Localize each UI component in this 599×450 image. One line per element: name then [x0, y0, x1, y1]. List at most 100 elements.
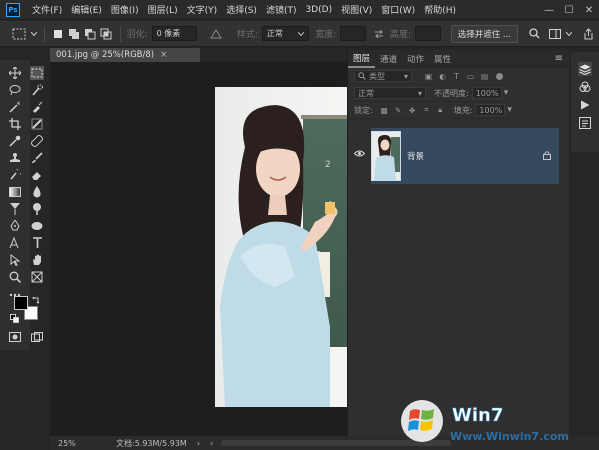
tab-properties[interactable]: 属性 — [429, 50, 456, 68]
filter-adjustment-icon[interactable]: ◐ — [438, 72, 447, 81]
blur-tool-icon[interactable] — [30, 185, 44, 199]
panel-menu-icon[interactable]: ≡ — [555, 53, 563, 64]
search-icon[interactable] — [526, 25, 544, 43]
new-selection-icon[interactable] — [51, 25, 67, 43]
chevron-down-icon[interactable]: ▾ — [504, 88, 509, 98]
default-colors-icon[interactable] — [10, 314, 19, 323]
add-selection-icon[interactable] — [66, 25, 82, 43]
menu-edit[interactable]: 编辑(E) — [71, 3, 102, 16]
fill-input[interactable]: 100% — [475, 104, 506, 116]
lock-position-icon[interactable]: ✥ — [408, 106, 417, 115]
brush-tool-icon[interactable] — [30, 151, 44, 165]
close-button[interactable]: ✕ — [579, 0, 599, 20]
filter-shape-icon[interactable]: ▭ — [466, 72, 475, 81]
tab-channels[interactable]: 通道 — [375, 50, 402, 68]
rectangular-marquee-tool-icon[interactable] — [30, 66, 44, 80]
frame-tool-icon[interactable] — [30, 117, 44, 131]
gradient-tool-icon[interactable] — [8, 185, 22, 199]
lock-row: 锁定: ▩ ✎ ✥ ⌗ 🔒︎ 填充: 100% ▾ — [348, 102, 569, 119]
status-menu-icon[interactable]: › — [197, 439, 200, 448]
select-and-mask-button[interactable]: 选择并遮住 ... — [450, 24, 518, 43]
layer-name[interactable]: 背景 — [407, 150, 424, 162]
height-input[interactable] — [414, 26, 441, 41]
dodge-tool-icon[interactable] — [8, 202, 22, 216]
menu-type[interactable]: 文字(Y) — [187, 3, 218, 16]
menu-help[interactable]: 帮助(H) — [424, 3, 456, 16]
stamp-tool-icon[interactable] — [8, 151, 22, 165]
zoom-level[interactable]: 25% — [58, 439, 94, 448]
menu-file[interactable]: 文件(F) — [32, 3, 62, 16]
sponge-tool-icon[interactable] — [30, 202, 44, 216]
menu-select[interactable]: 选择(S) — [226, 3, 257, 16]
minimize-button[interactable]: — — [539, 0, 559, 20]
menu-image[interactable]: 图像(I) — [111, 3, 139, 16]
filter-type-icon[interactable]: T — [452, 72, 461, 81]
marquee-preset-icon[interactable] — [8, 25, 30, 43]
foreground-color-swatch[interactable] — [14, 296, 28, 310]
width-input[interactable] — [340, 26, 367, 41]
quick-selection-tool-icon[interactable] — [30, 83, 44, 97]
blend-mode-select[interactable]: 正常 ▾ — [354, 87, 426, 99]
filter-kind-select[interactable]: 类型 ▾ — [354, 70, 412, 82]
lock-all-icon[interactable]: 🔒︎ — [436, 105, 445, 115]
screen-mode-icon[interactable] — [30, 330, 44, 344]
workspace-icon[interactable] — [544, 25, 566, 43]
shape-tool-icon[interactable] — [30, 219, 44, 233]
chevron-down-icon[interactable] — [565, 25, 573, 43]
window-controls: — ☐ ✕ — [539, 0, 599, 20]
canvas-area[interactable]: 2 4 ∑ — [50, 62, 347, 436]
zoom-tool-icon[interactable] — [8, 270, 22, 284]
chevron-down-icon[interactable]: ▾ — [507, 105, 512, 115]
visibility-eye-icon[interactable] — [353, 150, 366, 160]
direct-selection-icon[interactable] — [8, 253, 22, 267]
intersect-selection-icon[interactable] — [98, 25, 114, 43]
channels-panel-icon[interactable] — [578, 80, 592, 94]
filter-toggle-icon[interactable] — [496, 72, 503, 80]
menu-layer[interactable]: 图层(L) — [148, 3, 178, 16]
close-document-icon[interactable]: × — [160, 50, 167, 60]
chevron-down-icon[interactable] — [30, 25, 38, 43]
pen-tool-icon[interactable] — [8, 219, 22, 233]
path-selection-icon[interactable] — [8, 236, 22, 250]
crop-tool-icon[interactable] — [8, 117, 22, 131]
style-select[interactable]: 正常 — [261, 26, 310, 41]
history-brush-icon[interactable] — [8, 168, 22, 182]
tab-layers[interactable]: 图层 — [348, 50, 376, 68]
layer-row-background[interactable]: 背景 — [371, 128, 559, 184]
swap-dimensions-icon[interactable] — [370, 25, 388, 43]
filter-pixel-icon[interactable]: ▣ — [424, 72, 433, 81]
eraser-tool-icon[interactable] — [30, 168, 44, 182]
maximize-button[interactable]: ☐ — [559, 0, 579, 20]
filter-smart-object-icon[interactable]: ▤ — [480, 72, 489, 81]
menu-3d[interactable]: 3D(D) — [305, 5, 332, 15]
hand-tool-icon[interactable] — [30, 253, 44, 267]
menu-window[interactable]: 窗口(W) — [381, 3, 415, 16]
quick-mask-icon[interactable] — [8, 330, 22, 344]
opacity-input[interactable]: 100% — [471, 87, 502, 99]
lasso-tool-icon[interactable] — [8, 83, 22, 97]
spot-healing-brush-icon[interactable] — [30, 134, 44, 148]
anti-alias-icon[interactable] — [207, 25, 225, 43]
tab-actions[interactable]: 动作 — [402, 50, 429, 68]
move-tool-icon[interactable] — [8, 66, 22, 80]
play-actions-icon[interactable] — [578, 98, 592, 112]
share-icon[interactable] — [577, 25, 599, 43]
options-bar: 羽化: 0 像素 样式: 正常 宽度: 高度: 选择并遮住 ... — [0, 21, 599, 47]
magic-wand-tool-icon[interactable] — [8, 100, 22, 114]
subtract-selection-icon[interactable] — [82, 25, 98, 43]
scroll-left-icon[interactable]: ‹ — [210, 439, 213, 448]
brush-select-icon[interactable] — [30, 100, 44, 114]
eyedropper-tool-icon[interactable] — [8, 134, 22, 148]
type-tool-icon[interactable] — [30, 236, 44, 250]
lock-transparent-icon[interactable]: ▩ — [380, 106, 389, 115]
document-tab[interactable]: 001.jpg @ 25%(RGB/8) × — [50, 48, 200, 62]
layers-panel-icon[interactable] — [578, 62, 592, 76]
menu-filter[interactable]: 滤镜(T) — [266, 3, 297, 16]
properties-panel-icon[interactable] — [578, 116, 592, 130]
feather-input[interactable]: 0 像素 — [151, 26, 198, 41]
menu-view[interactable]: 视图(V) — [341, 3, 372, 16]
artboard-tool-icon[interactable] — [30, 270, 44, 284]
lock-artboard-icon[interactable]: ⌗ — [422, 105, 431, 115]
lock-pixels-icon[interactable]: ✎ — [394, 106, 403, 115]
swap-colors-icon[interactable] — [32, 296, 40, 304]
